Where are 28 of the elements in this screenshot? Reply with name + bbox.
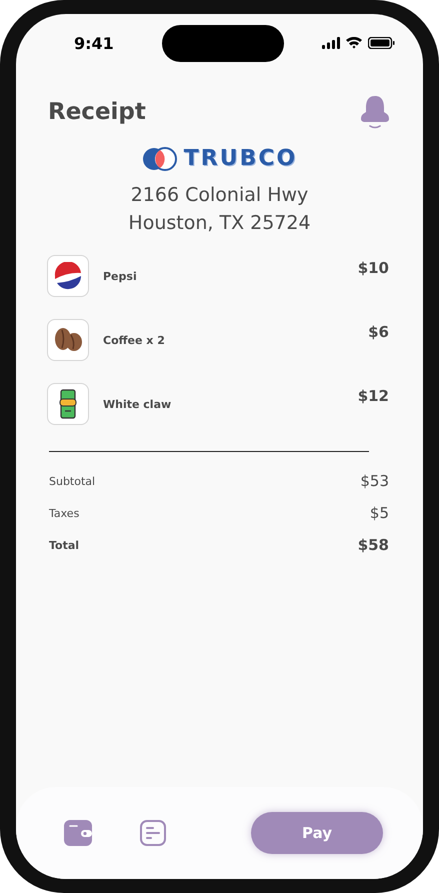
summary-label: Total: [49, 538, 80, 552]
address-line: Houston, TX 25724: [128, 211, 311, 236]
summary-value: $53: [360, 472, 389, 490]
logo-icon: [142, 146, 178, 170]
summary-value: $5: [370, 504, 389, 522]
summary-label: Subtotal: [49, 474, 96, 488]
item-price: $6: [368, 323, 389, 341]
wifi-icon: [346, 37, 362, 49]
status-time: 9:41: [74, 34, 115, 52]
address-line: 2166 Colonial Hwy: [130, 183, 308, 208]
item-name: Pepsi: [103, 270, 138, 282]
summary-label: Taxes: [49, 506, 80, 520]
summary-value: $58: [358, 536, 389, 554]
page-title: Receipt: [48, 99, 146, 125]
bell-icon[interactable]: [359, 94, 391, 130]
pay-button[interactable]: Pay: [251, 812, 383, 854]
item-price: $12: [358, 387, 389, 405]
item-name: White claw: [103, 398, 172, 410]
item-price: $10: [358, 259, 389, 277]
ball-icon: [54, 262, 82, 290]
item-name: Coffee x 2: [103, 334, 166, 346]
signal-icon: [322, 36, 340, 50]
brand-name: TRUBCO: [184, 146, 298, 171]
can-icon: [59, 389, 77, 419]
wallet-icon[interactable]: [64, 820, 92, 846]
document-icon[interactable]: [140, 820, 166, 846]
coffee-beans-icon: [53, 327, 83, 353]
battery-icon: [368, 37, 395, 49]
